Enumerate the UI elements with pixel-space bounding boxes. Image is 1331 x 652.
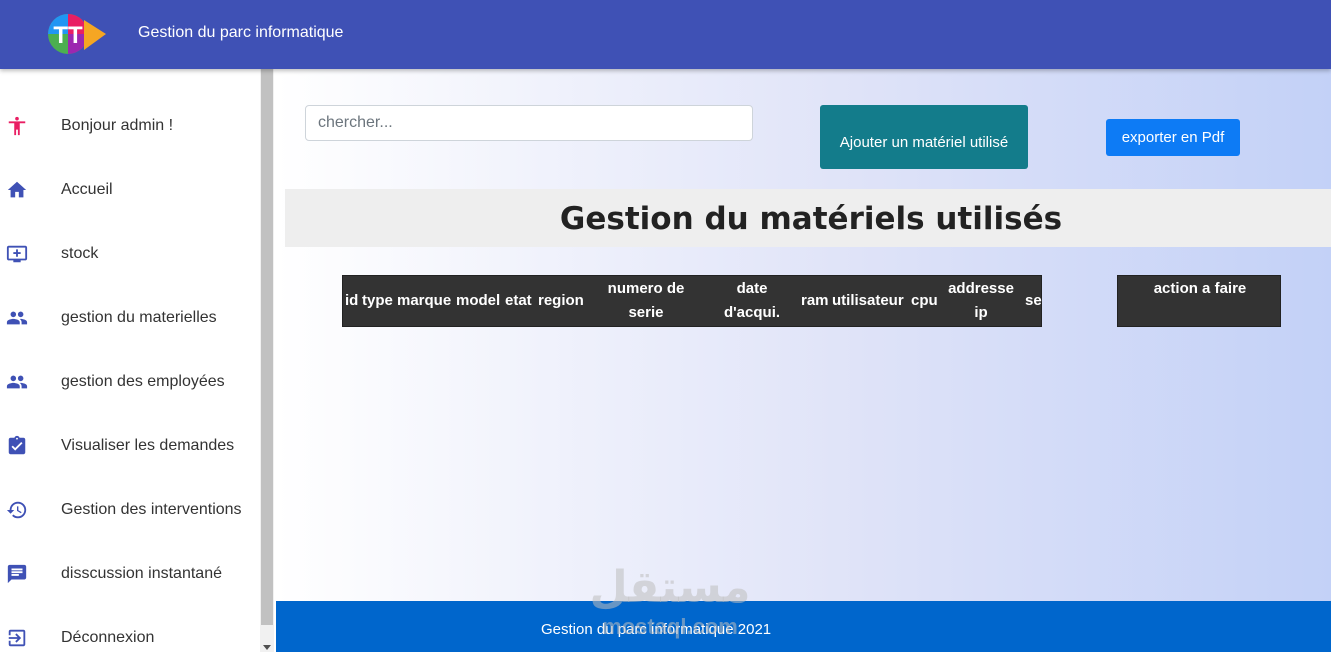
action-table-header: action a faire (1117, 275, 1281, 327)
column-header-marque: marque (397, 292, 452, 309)
sidebar-item-label: gestion des employées (61, 373, 225, 390)
home-icon (5, 178, 29, 202)
sidebar-item-employees[interactable]: gestion des employées (0, 362, 260, 402)
sidebar-item-interventions[interactable]: Gestion des interventions (0, 490, 260, 530)
column-header-region: region (538, 292, 584, 309)
scrollbar-thumb[interactable] (261, 69, 273, 625)
sidebar-item-logout[interactable]: Déconnexion (0, 618, 260, 652)
export-pdf-button[interactable]: exporter en Pdf (1106, 119, 1240, 156)
page-title: Gestion du matériels utilisés (559, 201, 1063, 237)
column-header-adresse-ip: addresse ip (948, 280, 1014, 321)
column-header-numero-serie: numero de serie (607, 280, 685, 321)
sidebar-item-greeting[interactable]: Bonjour admin ! (0, 106, 260, 146)
column-header-date-acquisition: date d'acqui. (723, 280, 781, 321)
sidebar-item-stock[interactable]: stock (0, 234, 260, 274)
logout-icon (5, 626, 29, 650)
footer: Gestion du parc informatique 2021 (276, 601, 1331, 652)
sidebar-item-demandes[interactable]: Visualiser les demandes (0, 426, 260, 466)
scroll-down-arrow-icon[interactable] (263, 645, 271, 650)
top-app-bar: TT Gestion du parc informatique (0, 0, 1331, 69)
clipboard-check-icon (5, 434, 29, 458)
sidebar-item-label: Déconnexion (61, 629, 155, 646)
people-icon (5, 306, 29, 330)
column-header-se: se (1025, 292, 1042, 309)
table-header: id type marque model etat region numero … (342, 275, 1042, 327)
column-header-model: model (456, 292, 501, 309)
app-title: Gestion du parc informatique (138, 24, 344, 41)
history-icon (5, 498, 29, 522)
sidebar-item-label: Accueil (61, 181, 113, 198)
title-band: Gestion du matériels utilisés (285, 189, 1331, 247)
sidebar-item-accueil[interactable]: Accueil (0, 170, 260, 210)
sidebar-item-label: Gestion des interventions (61, 501, 242, 518)
sidebar-item-label: gestion du materielles (61, 309, 217, 326)
sidebar-item-discussion[interactable]: disscussion instantané (0, 554, 260, 594)
people-icon (5, 370, 29, 394)
logo: TT (48, 14, 106, 54)
column-header-utilisateur: utilisateur (832, 292, 904, 309)
sidebar-item-label: Visualiser les demandes (61, 437, 235, 454)
column-header-ram: ram (801, 292, 829, 309)
sidebar-item-materielles[interactable]: gestion du materielles (0, 298, 260, 338)
column-header-id: id (345, 292, 359, 309)
column-header-type: type (362, 292, 393, 309)
footer-text: Gestion du parc informatique 2021 (541, 621, 772, 638)
svg-text:TT: TT (53, 22, 83, 49)
sidebar-item-label: disscussion instantané (61, 565, 222, 582)
sidebar-scrollbar[interactable] (260, 69, 274, 652)
chat-icon (5, 562, 29, 586)
sidebar-item-label: stock (61, 245, 99, 262)
column-header-etat: etat (505, 292, 532, 309)
column-header-cpu: cpu (911, 292, 938, 309)
sidebar: Bonjour admin ! Accueil stock gestion du… (0, 69, 260, 652)
search-input[interactable] (305, 105, 753, 141)
sidebar-item-label: Bonjour admin ! (61, 117, 174, 134)
monitor-add-icon (5, 242, 29, 266)
person-icon (5, 114, 29, 138)
add-material-button[interactable]: Ajouter un matériel utilisé (820, 105, 1028, 169)
column-header-action: action a faire (1153, 280, 1247, 297)
